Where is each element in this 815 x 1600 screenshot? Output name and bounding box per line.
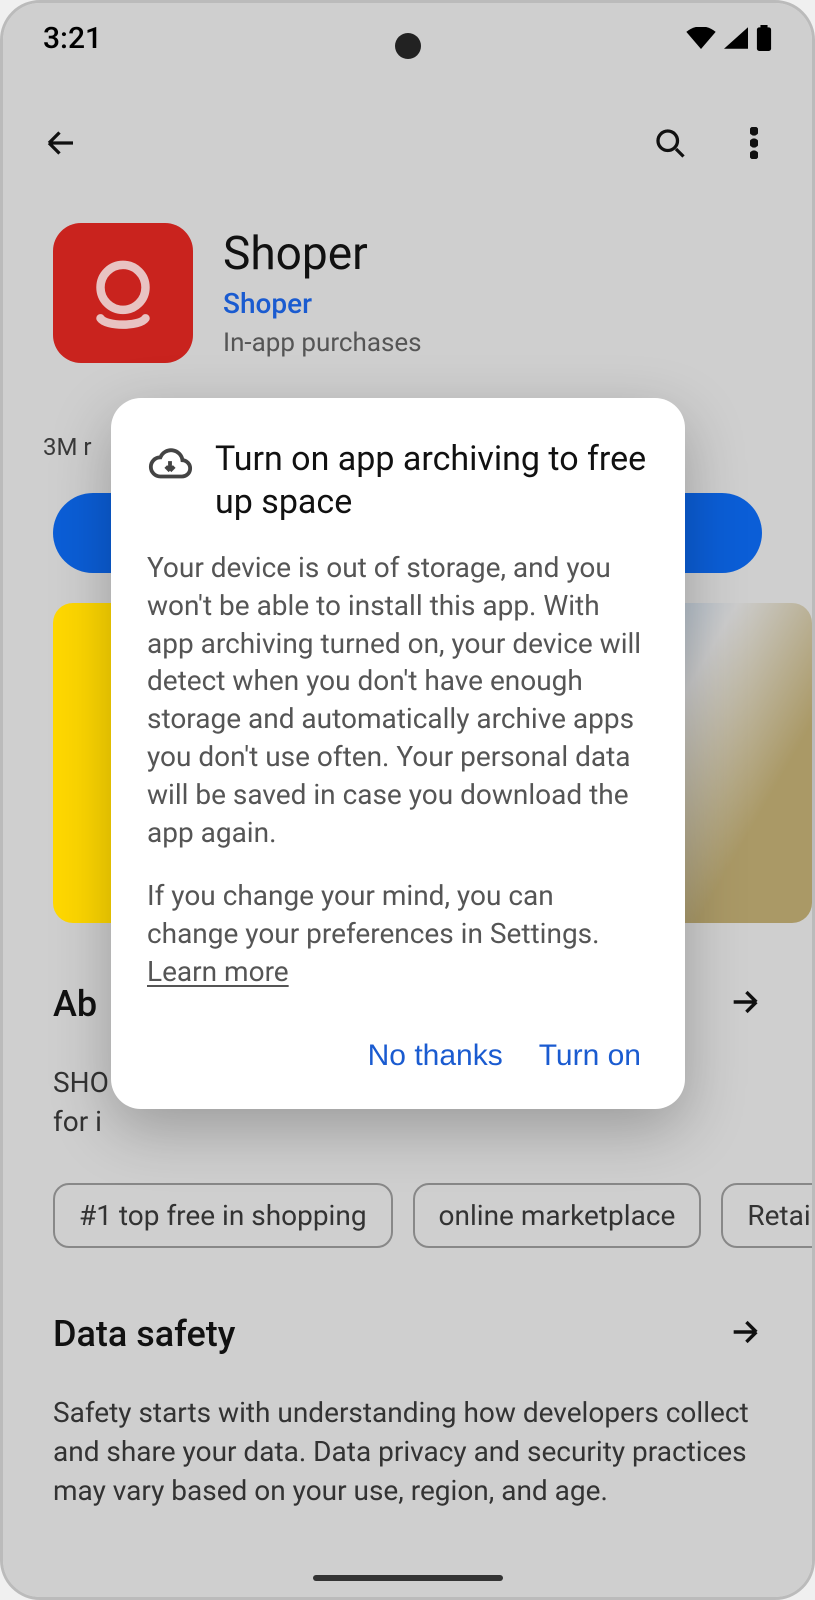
- cell-signal-icon: [724, 27, 748, 49]
- app-hero: Shoper Shoper In-app purchases: [53, 223, 422, 363]
- home-indicator[interactable]: [313, 1575, 503, 1581]
- data-safety-header[interactable]: Data safety: [53, 1313, 762, 1355]
- app-bar: [3, 103, 812, 183]
- about-title: Ab: [53, 983, 97, 1025]
- battery-icon: [756, 25, 772, 51]
- dialog-header: Turn on app archiving to free up space: [147, 438, 649, 523]
- dialog-paragraph-1: Your device is out of storage, and you w…: [147, 549, 649, 851]
- status-right: [686, 25, 772, 51]
- dialog-paragraph-2: If you change your mind, you can change …: [147, 877, 649, 990]
- chip-top-free[interactable]: #1 top free in shopping: [53, 1183, 393, 1248]
- cloud-download-icon: [147, 438, 193, 492]
- chip-marketplace[interactable]: online marketplace: [413, 1183, 702, 1248]
- wifi-icon: [686, 27, 716, 49]
- arrow-right-icon: [728, 985, 762, 1023]
- status-bar: 3:21: [3, 3, 812, 73]
- status-time: 3:21: [43, 21, 102, 56]
- app-archiving-dialog: Turn on app archiving to free up space Y…: [111, 398, 685, 1109]
- app-icon: [53, 223, 193, 363]
- search-button[interactable]: [648, 121, 692, 165]
- dialog-body: Your device is out of storage, and you w…: [147, 549, 649, 991]
- app-bar-actions: [648, 121, 776, 165]
- learn-more-link[interactable]: Learn more: [147, 955, 289, 988]
- arrow-right-icon: [728, 1315, 762, 1353]
- dialog-actions: No thanks Turn on: [147, 1039, 649, 1079]
- more-options-button[interactable]: [732, 121, 776, 165]
- data-safety-description: Safety starts with understanding how dev…: [53, 1393, 762, 1511]
- no-thanks-button[interactable]: No thanks: [368, 1039, 503, 1073]
- chip-retail[interactable]: Retai: [721, 1183, 812, 1248]
- device-frame: 3:21: [0, 0, 815, 1600]
- app-meta: Shoper Shoper In-app purchases: [223, 223, 422, 358]
- data-safety-title: Data safety: [53, 1313, 235, 1355]
- dialog-title: Turn on app archiving to free up space: [215, 438, 649, 523]
- turn-on-button[interactable]: Turn on: [539, 1039, 641, 1073]
- app-title: Shoper: [223, 227, 422, 281]
- tag-chips: #1 top free in shopping online marketpla…: [53, 1183, 812, 1248]
- reviews-count: 3M r: [43, 433, 92, 461]
- app-developer-link[interactable]: Shoper: [223, 287, 422, 320]
- in-app-purchases-label: In-app purchases: [223, 328, 422, 358]
- back-button[interactable]: [39, 121, 83, 165]
